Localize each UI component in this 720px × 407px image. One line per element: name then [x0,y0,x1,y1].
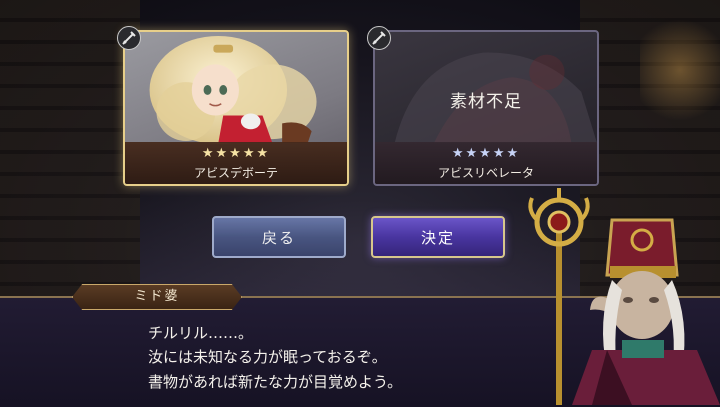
dialog-line-2: 汝には未知なる力が眠っておるぞ。 [148,348,387,366]
speaker-nameplate: ミド婆 [72,284,242,310]
rarity-stars: ★★★★★ [451,146,521,161]
staff-icon [528,188,590,405]
card-name: アビスデボーテ [193,166,278,180]
insufficient-materials-label: 素材不足 [450,92,522,112]
speaker-name: ミド婆 [134,289,180,304]
sword-icon [367,26,391,50]
character-portrait [149,35,317,144]
dialog-line-1: チルリル……。 [148,324,254,342]
dialog-line-3: 書物があれば新たな力が目覚めよう。 [148,373,403,391]
background-lamp-glow [640,10,720,130]
rarity-stars: ★★★★★ [201,146,271,161]
back-button[interactable]: 戻る [212,216,346,258]
job-card-abyss-liberator[interactable]: 素材不足 ★★★★★ アビスリベレータ [373,30,599,186]
card-name: アビスリベレータ [437,166,534,180]
job-card-abyss-devote[interactable]: ★★★★★ アビスデボーテ [123,30,349,186]
npc-character [528,188,720,405]
confirm-button[interactable]: 決定 [371,216,505,258]
card-info-panel: ★★★★★ アビスデボーテ [125,142,347,184]
card-info-panel: ★★★★★ アビスリベレータ [375,142,597,184]
sword-icon [117,26,141,50]
